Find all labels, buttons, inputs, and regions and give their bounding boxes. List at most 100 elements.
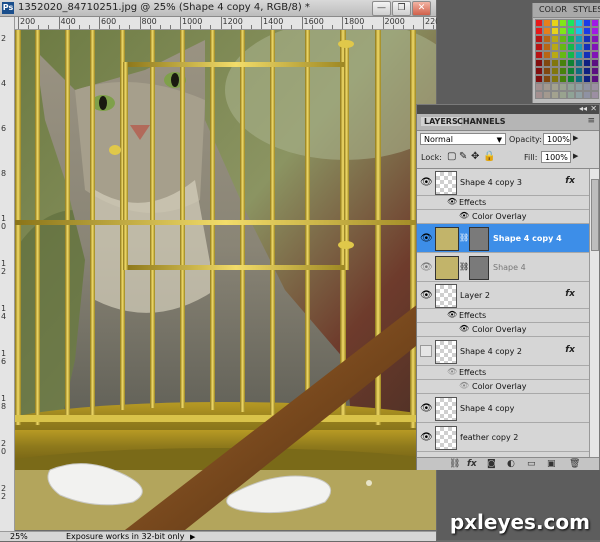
color-swatch[interactable] bbox=[559, 75, 567, 83]
color-swatch[interactable] bbox=[591, 19, 599, 27]
color-swatch[interactable] bbox=[551, 35, 559, 43]
layer-row[interactable]: 👁 Shape 4 copy bbox=[417, 394, 589, 423]
layer-name[interactable]: Layer 2 bbox=[460, 291, 490, 300]
color-swatch[interactable] bbox=[567, 19, 575, 27]
color-swatch[interactable] bbox=[583, 83, 591, 91]
color-swatch[interactable] bbox=[559, 83, 567, 91]
color-swatch[interactable] bbox=[551, 75, 559, 83]
color-swatch[interactable] bbox=[583, 43, 591, 51]
tab-color[interactable]: COLOR bbox=[539, 5, 567, 14]
color-swatch[interactable] bbox=[559, 35, 567, 43]
color-swatch[interactable] bbox=[591, 67, 599, 75]
tab-layers[interactable]: LAYERS bbox=[421, 117, 461, 126]
color-swatch[interactable] bbox=[575, 75, 583, 83]
opacity-dropdown-icon[interactable]: ▶ bbox=[573, 134, 578, 142]
color-swatch[interactable] bbox=[583, 27, 591, 35]
layer-name[interactable]: Shape 4 bbox=[493, 263, 526, 272]
color-swatch[interactable] bbox=[559, 43, 567, 51]
layer-name[interactable]: Shape 4 copy 4 bbox=[493, 234, 562, 243]
color-swatch[interactable] bbox=[551, 83, 559, 91]
add-style-icon[interactable]: fx bbox=[467, 459, 477, 469]
visibility-eye-icon[interactable]: 👁 bbox=[459, 211, 469, 220]
color-swatch[interactable] bbox=[575, 27, 583, 35]
color-swatch[interactable] bbox=[583, 75, 591, 83]
scrollbar-thumb[interactable] bbox=[591, 179, 599, 251]
color-swatch[interactable] bbox=[591, 43, 599, 51]
color-swatch[interactable] bbox=[591, 59, 599, 67]
color-swatch[interactable] bbox=[567, 83, 575, 91]
color-swatch[interactable] bbox=[559, 67, 567, 75]
layer-name[interactable]: Shape 4 copy 2 bbox=[460, 347, 522, 356]
color-swatch[interactable] bbox=[551, 91, 559, 99]
color-swatch[interactable] bbox=[543, 35, 551, 43]
color-swatch[interactable] bbox=[543, 19, 551, 27]
color-swatch[interactable] bbox=[591, 51, 599, 59]
color-swatch[interactable] bbox=[535, 35, 543, 43]
layer-name[interactable]: feather copy 2 bbox=[460, 433, 518, 442]
color-swatch[interactable] bbox=[583, 19, 591, 27]
layer-row[interactable]: 👁 ⛓ Shape 4 bbox=[417, 253, 589, 282]
color-swatch[interactable] bbox=[551, 67, 559, 75]
visibility-eye-icon[interactable]: 👁 bbox=[420, 233, 433, 244]
layer-row-selected[interactable]: 👁 ⛓ Shape 4 copy 4 bbox=[417, 224, 589, 253]
color-swatch[interactable] bbox=[575, 19, 583, 27]
visibility-eye-icon[interactable]: 👁 bbox=[447, 197, 457, 206]
link-layers-icon[interactable]: ⛓ bbox=[449, 459, 460, 469]
status-menu-arrow-icon[interactable]: ▶ bbox=[190, 533, 195, 542]
fx-icon[interactable]: fx bbox=[565, 289, 575, 299]
color-swatch[interactable] bbox=[543, 75, 551, 83]
lock-position-icon[interactable]: ✥ bbox=[471, 151, 479, 162]
color-swatch[interactable] bbox=[551, 27, 559, 35]
panel-header[interactable]: ◂◂ ✕ bbox=[417, 104, 599, 114]
fx-icon[interactable]: fx bbox=[565, 345, 575, 355]
lock-transparent-icon[interactable]: ▢ bbox=[447, 151, 456, 162]
collapse-icon[interactable]: ◂◂ bbox=[579, 104, 587, 113]
new-layer-icon[interactable]: ▣ bbox=[547, 459, 556, 469]
color-swatch[interactable] bbox=[543, 67, 551, 75]
color-swatch[interactable] bbox=[559, 91, 567, 99]
vertical-ruler[interactable]: 2 4 6 8 1 0 1 2 1 4 1 6 1 8 2 0 2 2 bbox=[0, 17, 15, 531]
visibility-eye-icon[interactable]: 👁 bbox=[459, 324, 469, 333]
visibility-eye-icon[interactable]: 👁 bbox=[420, 403, 433, 414]
color-swatch[interactable] bbox=[535, 51, 543, 59]
restore-button[interactable]: ❐ bbox=[392, 1, 411, 16]
color-swatch[interactable] bbox=[583, 51, 591, 59]
color-swatch[interactable] bbox=[535, 59, 543, 67]
color-swatch[interactable] bbox=[551, 51, 559, 59]
visibility-eye-icon[interactable]: 👁 bbox=[420, 432, 433, 443]
color-swatch[interactable] bbox=[543, 51, 551, 59]
color-swatch[interactable] bbox=[575, 67, 583, 75]
color-swatch[interactable] bbox=[551, 43, 559, 51]
horizontal-ruler[interactable]: 200 400 600 800 1000 1200 1400 1600 1800 2000 2200 bbox=[14, 17, 455, 30]
delete-layer-icon[interactable]: 🗑 bbox=[569, 459, 580, 469]
color-swatch[interactable] bbox=[591, 35, 599, 43]
fill-dropdown-icon[interactable]: ▶ bbox=[573, 152, 578, 160]
close-button[interactable]: ✕ bbox=[412, 1, 431, 16]
color-swatch[interactable] bbox=[543, 91, 551, 99]
layer-row[interactable]: 👁 Layer 2 fx bbox=[417, 282, 589, 309]
effect-row[interactable]: 👁 Color Overlay bbox=[417, 210, 589, 224]
color-swatch[interactable] bbox=[535, 75, 543, 83]
color-swatch[interactable] bbox=[583, 67, 591, 75]
color-swatch[interactable] bbox=[591, 91, 599, 99]
add-mask-icon[interactable]: ◙ bbox=[487, 459, 496, 469]
document-canvas[interactable] bbox=[15, 30, 436, 530]
effect-row[interactable]: 👁 Color Overlay bbox=[417, 323, 589, 337]
visibility-eye-icon[interactable]: 👁 bbox=[459, 381, 469, 390]
color-swatch[interactable] bbox=[591, 83, 599, 91]
color-swatch[interactable] bbox=[575, 51, 583, 59]
effects-row[interactable]: 👁 Effects bbox=[417, 366, 589, 380]
lock-pixels-icon[interactable]: ✎ bbox=[459, 151, 467, 162]
visibility-eye-icon[interactable]: 👁 bbox=[420, 290, 433, 301]
link-icon[interactable]: ⛓ bbox=[459, 233, 469, 242]
color-swatch[interactable] bbox=[551, 59, 559, 67]
color-swatch[interactable] bbox=[583, 91, 591, 99]
effects-row[interactable]: 👁 Effects bbox=[417, 196, 589, 210]
color-swatch[interactable] bbox=[535, 67, 543, 75]
color-swatch[interactable] bbox=[543, 27, 551, 35]
lock-all-icon[interactable]: 🔒 bbox=[483, 151, 495, 162]
color-swatch[interactable] bbox=[535, 83, 543, 91]
blend-mode-select[interactable]: Normal ▼ bbox=[420, 133, 506, 145]
color-swatch[interactable] bbox=[575, 83, 583, 91]
tab-styles[interactable]: STYLES bbox=[573, 5, 600, 14]
